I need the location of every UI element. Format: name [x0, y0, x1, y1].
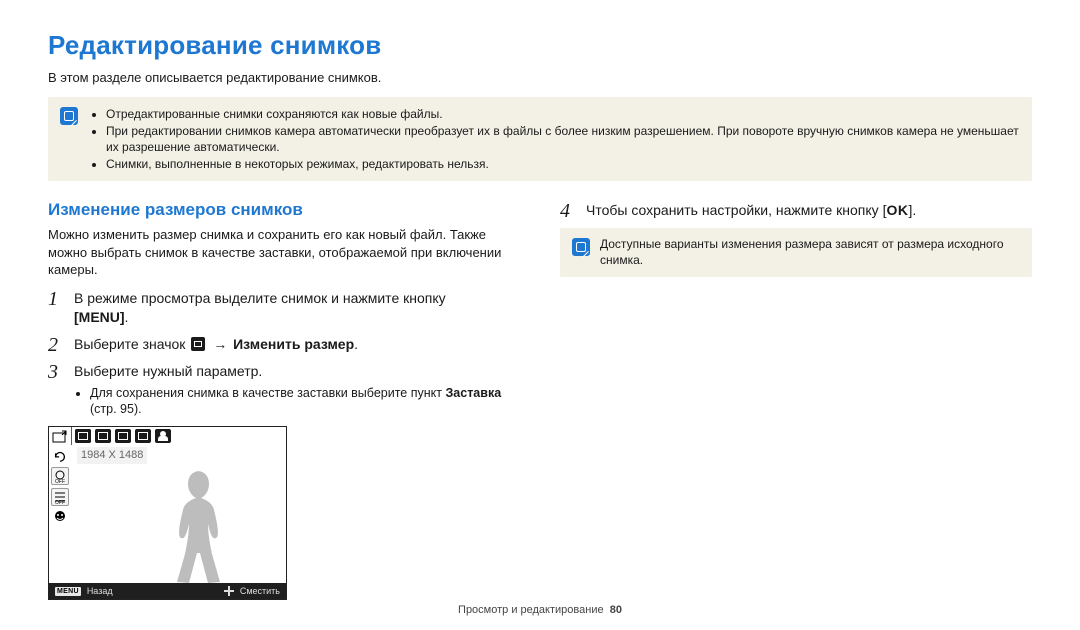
- svg-text:OFF: OFF: [55, 479, 65, 484]
- menu-chip: MENU: [55, 587, 81, 596]
- device-preview: OFF OFF 1984 X 1488: [48, 426, 287, 600]
- page-title: Редактирование снимков: [48, 28, 1032, 63]
- wallpaper-label: Заставка: [445, 386, 501, 400]
- step-4: Чтобы сохранить настройки, нажмите кнопк…: [560, 201, 1032, 220]
- person-silhouette-icon: [162, 463, 232, 583]
- info-bullet: При редактировании снимков камера автома…: [106, 123, 1020, 155]
- footer-page-number: 80: [610, 604, 622, 616]
- right-info-box: Доступные варианты изменения размера зав…: [560, 228, 1032, 276]
- svg-text:OFF: OFF: [55, 500, 65, 505]
- section-heading: Изменение размеров снимков: [48, 199, 520, 222]
- resize-option-icon-2: [115, 429, 131, 443]
- steps-list-right: Чтобы сохранить настройки, нажмите кнопк…: [560, 201, 1032, 220]
- left-column: Изменение размеров снимков Можно изменит…: [48, 195, 520, 600]
- info-bullet: Отредактированные снимки сохраняются как…: [106, 106, 1020, 122]
- rotate-tool-icon: [52, 448, 68, 464]
- step-3-sub-prefix: Для сохранения снимка в качестве заставк…: [90, 386, 445, 400]
- device-left-rail: OFF OFF: [49, 427, 72, 583]
- step-1-text: В режиме просмотра выделите снимок и наж…: [74, 290, 446, 306]
- resize-tool-icon: [52, 429, 68, 445]
- resize-option-icon-1: [95, 429, 111, 443]
- back-label: Назад: [87, 585, 113, 597]
- right-info-text: Доступные варианты изменения размера зав…: [600, 236, 1020, 268]
- device-top-rail: [71, 427, 286, 446]
- step-3-sub: Для сохранения снимка в качестве заставк…: [90, 385, 520, 419]
- dimension-label: 1984 X 1488: [77, 447, 147, 464]
- footer-section: Просмотр и редактирование: [458, 604, 604, 616]
- info-bullet: Снимки, выполненные в некоторых режимах,…: [106, 156, 1020, 172]
- menu-button-label: [MENU]: [74, 309, 125, 325]
- steps-list: В режиме просмотра выделите снимок и наж…: [48, 289, 520, 418]
- step-3: Выберите нужный параметр. Для сохранения…: [48, 362, 520, 419]
- ok-button-label: OK: [886, 202, 908, 218]
- page-footer: Просмотр и редактирование 80: [0, 603, 1080, 618]
- startimage-option-icon: [155, 429, 171, 443]
- step-4-prefix: Чтобы сохранить настройки, нажмите кнопк…: [586, 202, 883, 218]
- edit-mode-icon: [191, 337, 205, 351]
- top-info-box: Отредактированные снимки сохраняются как…: [48, 97, 1032, 182]
- device-bottom-bar: MENU Назад Сместить: [49, 583, 286, 599]
- note-icon: [60, 107, 78, 125]
- ok-close: ].: [908, 202, 916, 218]
- dpad-icon: [224, 586, 234, 596]
- step-1: В режиме просмотра выделите снимок и наж…: [48, 289, 520, 327]
- step-2-prefix: Выберите значок: [74, 336, 189, 352]
- face-tool-icon: [52, 509, 68, 525]
- step-3-text: Выберите нужный параметр.: [74, 363, 262, 379]
- section-intro: Можно изменить размер снимка и сохранить…: [48, 226, 520, 279]
- resize-mode-icon: [75, 429, 91, 443]
- step-3-sub-suffix: (стр. 95).: [90, 402, 142, 416]
- top-info-list: Отредактированные снимки сохраняются как…: [88, 105, 1020, 174]
- note-icon: [572, 238, 590, 256]
- effect-off-icon: OFF: [51, 467, 69, 485]
- page-subtitle: В этом разделе описывается редактировани…: [48, 69, 1032, 87]
- move-label: Сместить: [240, 585, 280, 597]
- step-2: Выберите значок → Изменить размер.: [48, 335, 520, 354]
- resize-option-icon-3: [135, 429, 151, 443]
- arrow-icon: →: [211, 335, 229, 354]
- device-canvas: 1984 X 1488: [71, 445, 286, 583]
- resize-action-label: Изменить размер: [233, 336, 354, 352]
- adjust-off-icon: OFF: [51, 488, 69, 506]
- right-column: Чтобы сохранить настройки, нажмите кнопк…: [560, 195, 1032, 600]
